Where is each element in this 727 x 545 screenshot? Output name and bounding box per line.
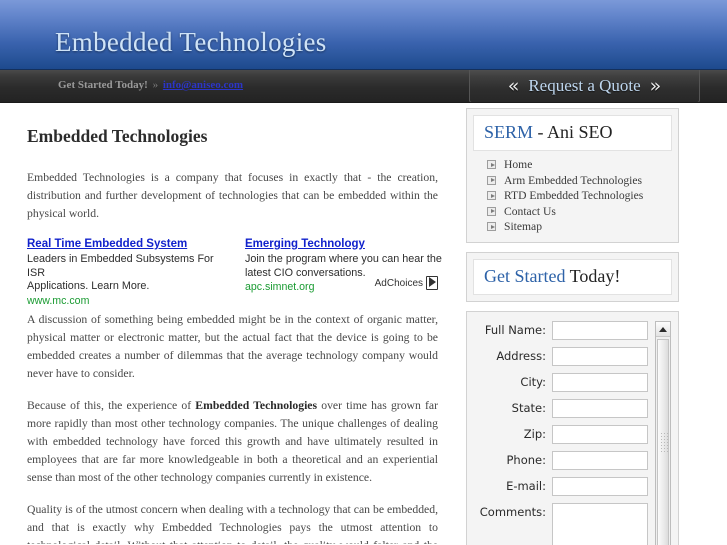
utility-tagline: Get Started Today! xyxy=(58,79,148,91)
article-paragraph-1: Embedded Technologies is a company that … xyxy=(27,171,438,220)
phone-input[interactable] xyxy=(552,451,648,470)
request-a-quote-label: Request a Quote xyxy=(528,76,641,95)
utility-tagline-group: Get Started Today! » info@aniseo.com xyxy=(58,79,243,91)
form-row-address: Address: xyxy=(474,347,671,366)
form-row-phone: Phone: xyxy=(474,451,671,470)
address-label: Address: xyxy=(496,349,546,363)
sidebar: SERM - Ani SEO Home Arm Embedded Technol… xyxy=(466,108,679,545)
adchoices-triangle-icon xyxy=(426,276,438,290)
sidebar-item-label: RTD Embedded Technologies xyxy=(504,189,644,202)
ad-title-link-2[interactable]: Emerging Technology xyxy=(245,237,450,251)
city-input[interactable] xyxy=(552,373,648,392)
site-title: Embedded Technologies xyxy=(55,27,327,57)
arrow-bullet-icon xyxy=(487,191,496,200)
utility-bar: Get Started Today! » info@aniseo.com « R… xyxy=(0,69,727,103)
form-row-zip: Zip: xyxy=(474,425,671,444)
ad-description-line-1-2: Applications. Learn More. xyxy=(27,280,150,292)
sidebar-item-contact-us[interactable]: Contact Us xyxy=(487,205,672,218)
sidebar-cta-box: Get Started Today! xyxy=(466,252,679,302)
zip-label: Zip: xyxy=(523,427,546,441)
sidebar-nav-list: Home Arm Embedded Technologies RTD Embed… xyxy=(473,158,672,233)
zip-input[interactable] xyxy=(552,425,648,444)
arrow-bullet-icon xyxy=(487,206,496,216)
double-chevron-right-icon: » xyxy=(649,74,662,97)
article-paragraph-2: A discussion of something being embedded… xyxy=(27,313,438,380)
sidebar-brand-accent: SERM xyxy=(484,122,534,142)
site-header: Embedded Technologies xyxy=(0,0,727,69)
p3-pre: Because of this, the experience of xyxy=(27,399,196,412)
advertisement-block: Real Time Embedded System Leaders in Emb… xyxy=(27,237,442,307)
sidebar-cta-accent: Get Started xyxy=(484,266,566,286)
full-name-input[interactable] xyxy=(552,321,648,340)
p3-bold: Embedded Technologies xyxy=(195,399,318,412)
email-label: E-mail: xyxy=(506,479,546,493)
utility-separator: » xyxy=(152,79,159,91)
form-row-city: City: xyxy=(474,373,671,392)
ad-title-link-1[interactable]: Real Time Embedded System xyxy=(27,237,232,251)
scrollbar-grip-icon xyxy=(660,432,668,454)
content-wrapper: Embedded Technologies Embedded Technolog… xyxy=(0,103,727,545)
double-chevron-left-icon: « xyxy=(507,74,520,97)
page-root: Embedded Technologies Get Started Today!… xyxy=(0,0,727,545)
sidebar-cta-plain: Today! xyxy=(565,266,621,286)
city-label: City: xyxy=(520,375,546,389)
main-content-column: Embedded Technologies Embedded Technolog… xyxy=(0,103,460,544)
state-input[interactable] xyxy=(552,399,648,418)
ad-description-line-2-1: Join the program where you can hear the xyxy=(245,253,442,265)
form-row-email: E-mail: xyxy=(474,477,671,496)
sidebar-item-home[interactable]: Home xyxy=(487,158,672,171)
comments-label: Comments: xyxy=(479,505,546,519)
triangle-up-icon xyxy=(659,326,667,332)
scrollbar-up-arrow-button[interactable] xyxy=(656,322,670,337)
form-vertical-scrollbar[interactable] xyxy=(655,321,671,545)
sidebar-brand-plain: - Ani SEO xyxy=(533,122,613,142)
sidebar-brand-heading: SERM - Ani SEO xyxy=(473,115,672,151)
arrow-bullet-icon xyxy=(487,175,496,185)
sidebar-item-label: Home xyxy=(504,158,533,171)
request-a-quote-button[interactable]: « Request a Quote » xyxy=(469,70,700,102)
email-input[interactable] xyxy=(552,477,648,496)
ad-url-1[interactable]: www.mc.com xyxy=(27,295,232,308)
sidebar-item-rtd-embedded-technologies[interactable]: RTD Embedded Technologies xyxy=(487,189,672,202)
form-fields-container: Full Name: Address: City: State: Zip: Ph… xyxy=(474,321,671,545)
article-paragraph-4: Quality is of the utmost concern when de… xyxy=(27,503,438,544)
sidebar-item-label: Contact Us xyxy=(504,204,556,218)
form-row-full-name: Full Name: xyxy=(474,321,671,340)
ad-unit-1: Real Time Embedded System Leaders in Emb… xyxy=(27,237,232,308)
state-label: State: xyxy=(511,401,546,415)
scrollbar-thumb[interactable] xyxy=(657,339,669,545)
adchoices-button[interactable]: AdChoices xyxy=(375,276,438,290)
sidebar-item-sitemap[interactable]: Sitemap xyxy=(487,220,672,233)
sidebar-item-label: Arm Embedded Technologies xyxy=(504,173,643,187)
sidebar-item-label: Sitemap xyxy=(504,220,542,233)
adchoices-label: AdChoices xyxy=(374,277,423,289)
form-row-comments: Comments: xyxy=(474,503,671,545)
page-title: Embedded Technologies xyxy=(27,126,208,146)
comments-textarea[interactable] xyxy=(552,503,648,545)
quote-request-form: Full Name: Address: City: State: Zip: Ph… xyxy=(466,311,679,545)
sidebar-item-arm-embedded-technologies[interactable]: Arm Embedded Technologies xyxy=(487,174,672,187)
ad-description-line-1-1: Leaders in Embedded Subsystems For ISR xyxy=(27,253,214,279)
phone-label: Phone: xyxy=(506,453,547,467)
address-input[interactable] xyxy=(552,347,648,366)
form-row-state: State: xyxy=(474,399,671,418)
sidebar-nav-box: SERM - Ani SEO Home Arm Embedded Technol… xyxy=(466,108,679,243)
article-paragraph-3: Because of this, the experience of Embed… xyxy=(27,397,438,487)
arrow-bullet-icon xyxy=(487,160,496,169)
arrow-bullet-icon xyxy=(487,222,496,231)
full-name-label: Full Name: xyxy=(484,323,546,337)
contact-email-link[interactable]: info@aniseo.com xyxy=(163,79,243,91)
sidebar-cta-heading: Get Started Today! xyxy=(473,259,672,295)
